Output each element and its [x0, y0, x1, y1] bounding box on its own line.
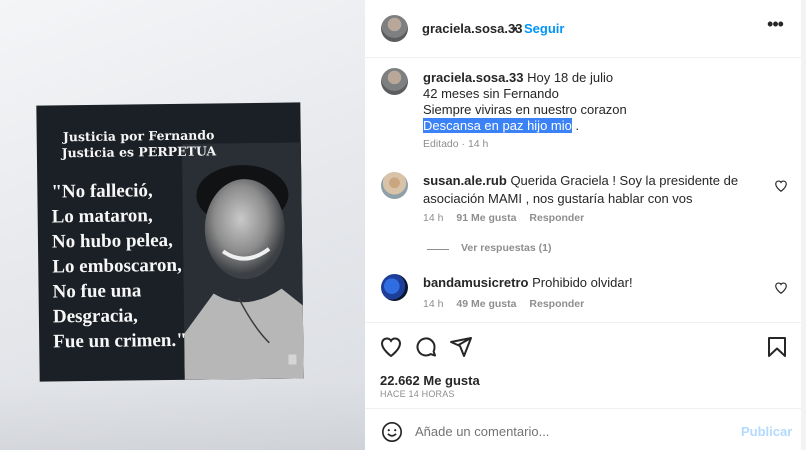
caption-highlighted-text: Descansa en paz hijo mio: [423, 118, 572, 133]
comment-icon[interactable]: [414, 335, 438, 359]
avatar[interactable]: [381, 274, 408, 301]
comment-body: susan.ale.rub Querida Graciela ! Soy la …: [423, 172, 753, 208]
view-replies-link[interactable]: Ver respuestas (1): [461, 242, 551, 254]
caption-line-2: 42 meses sin Fernando: [423, 86, 559, 101]
more-icon[interactable]: •••: [765, 15, 785, 37]
quote-line: No hubo pelea,: [51, 229, 174, 253]
follow-button[interactable]: Seguir: [524, 21, 564, 36]
quote-line: "No falleció,: [51, 180, 153, 203]
shirt-print: Justicia por Fernando Justicia es PERPET…: [36, 102, 304, 382]
post-time: HACE 14 HORAS: [380, 389, 455, 399]
comment-input[interactable]: [415, 420, 715, 442]
heart-icon[interactable]: [774, 179, 788, 193]
comment-text: Prohibido olvidar!: [532, 275, 633, 290]
emoji-icon[interactable]: [381, 421, 403, 443]
comment-likes[interactable]: 91 Me gusta: [456, 212, 516, 224]
heart-icon[interactable]: [774, 281, 788, 295]
comment-composer: Publicar: [365, 408, 806, 450]
comment-body: bandamusicretro Prohibido olvidar!: [423, 274, 753, 292]
comment-meta: 14 h 91 Me gusta Responder: [423, 212, 594, 224]
print-quote: "No falleció, Lo mataron, No hubo pelea,…: [51, 177, 228, 354]
likes-count[interactable]: 22.662 Me gusta: [380, 373, 480, 388]
author-username[interactable]: graciela.sosa.33: [422, 21, 522, 36]
replies-divider: [427, 249, 449, 250]
caption-meta: Editado · 14 h: [423, 138, 489, 150]
shirt-fold: [0, 380, 365, 450]
comment-username[interactable]: bandamusicretro: [423, 275, 528, 290]
comment-time: 14 h: [423, 298, 444, 310]
post-button[interactable]: Publicar: [741, 424, 792, 439]
reply-button[interactable]: Responder: [529, 212, 584, 224]
caption-username[interactable]: graciela.sosa.33: [423, 70, 523, 85]
comment-meta: 14 h 49 Me gusta Responder: [423, 298, 594, 310]
bookmark-icon[interactable]: [765, 335, 789, 359]
quote-line: Fue un crimen.": [53, 329, 187, 353]
share-icon[interactable]: [449, 335, 473, 359]
avatar[interactable]: [381, 68, 408, 95]
quote-line: Desgracia,: [52, 305, 138, 328]
separator-dot: •: [513, 21, 518, 36]
avatar[interactable]: [381, 172, 408, 199]
avatar[interactable]: [381, 15, 408, 42]
caption-line-1: Hoy 18 de julio: [527, 70, 614, 85]
caption-body: graciela.sosa.33 Hoy 18 de julio 42 mese…: [423, 70, 793, 134]
post-image[interactable]: Justicia por Fernando Justicia es PERPET…: [0, 0, 365, 450]
heart-icon[interactable]: [379, 335, 403, 359]
quote-line: No fue una: [52, 280, 142, 303]
caption-line-4-tail: .: [575, 118, 580, 133]
reply-button[interactable]: Responder: [529, 298, 584, 310]
comment-username[interactable]: susan.ale.rub: [423, 173, 507, 188]
caption-line-3: Siempre viviras en nuestro corazon: [423, 102, 627, 117]
post-header: graciela.sosa.33 • Seguir •••: [365, 0, 806, 58]
print-heading-1: Justicia por Fernando: [62, 127, 215, 145]
scrollbar[interactable]: [801, 0, 806, 450]
comment-likes[interactable]: 49 Me gusta: [456, 298, 516, 310]
print-heading-2: Justicia es PERPETUA: [61, 143, 217, 161]
post-panel: graciela.sosa.33 • Seguir ••• graciela.s…: [365, 0, 806, 450]
quote-line: Lo emboscaron,: [52, 254, 182, 278]
comment-time: 14 h: [423, 212, 444, 224]
quote-line: Lo mataron,: [51, 205, 153, 228]
